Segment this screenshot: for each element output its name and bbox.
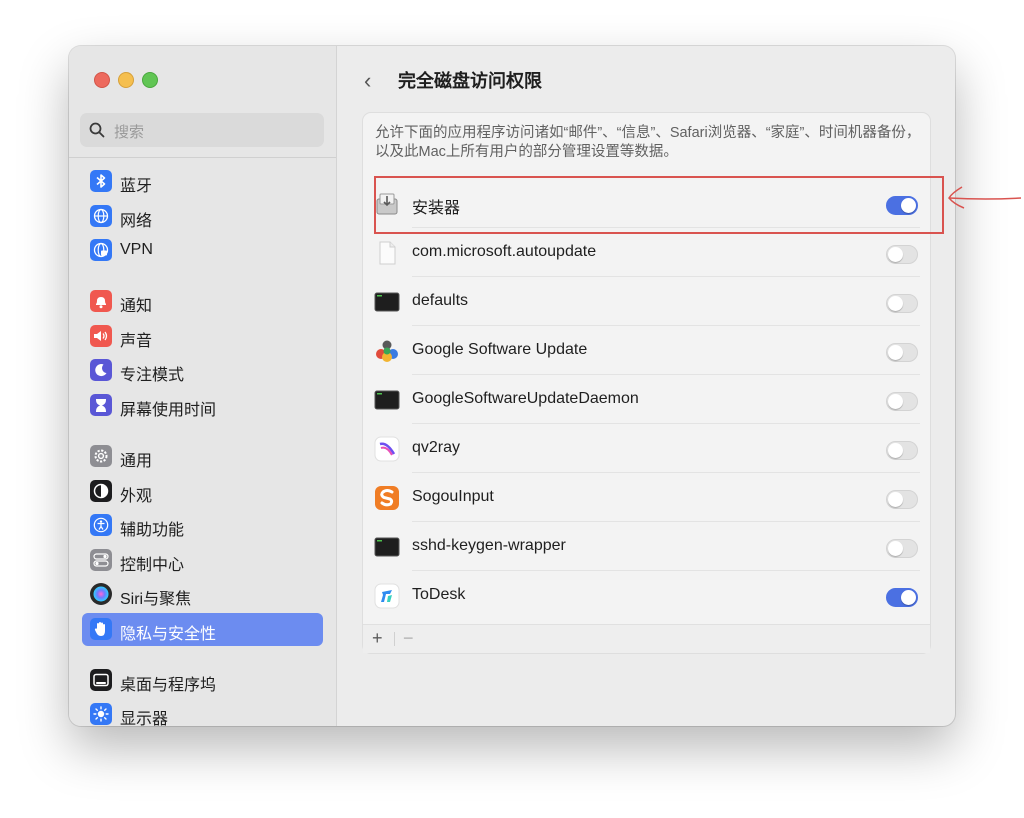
globe-icon (90, 205, 112, 227)
sidebar-divider (69, 157, 336, 158)
full-disk-access-toggle[interactable] (886, 392, 918, 411)
minimize-window-button[interactable] (118, 72, 134, 88)
hand-icon (90, 618, 112, 640)
app-name: qv2ray (412, 439, 461, 456)
app-name: ToDesk (412, 586, 466, 603)
sogou-icon (374, 485, 400, 511)
sidebar-item-accessibility[interactable]: 辅助功能 (82, 509, 323, 542)
add-app-button[interactable]: + (372, 628, 383, 649)
app-row-qv2ray: qv2ray (363, 424, 930, 473)
full-disk-access-toggle[interactable] (886, 588, 918, 607)
search-field[interactable]: 搜索 (80, 113, 324, 147)
appearance-icon (90, 480, 112, 502)
sidebar-item-label: 控制中心 (120, 557, 185, 574)
sidebar-item-control-center[interactable]: 控制中心 (82, 544, 323, 577)
sidebar-item-label: VPN (120, 241, 153, 258)
app-name: Google Software Update (412, 341, 588, 358)
sidebar-item-notifications[interactable]: 通知 (82, 285, 323, 318)
app-row-com-microsoft-autoupdate: com.microsoft.autoupdate (363, 228, 930, 277)
gear-icon (90, 445, 112, 467)
list-footer: + − (363, 624, 930, 653)
sidebar-item-sound[interactable]: 声音 (82, 320, 323, 353)
footer-divider (394, 632, 395, 646)
system-settings-window: 搜索 蓝牙 网络 VPN 通知 声音 专注模式 屏幕使用时间 通用 外观 辅助功… (69, 46, 955, 726)
sidebar-item-siri[interactable]: Siri与聚焦 (82, 578, 323, 611)
sidebar-item-screen-time[interactable]: 屏幕使用时间 (82, 389, 323, 422)
sidebar-item-network[interactable]: 网络 (82, 200, 323, 233)
full-disk-access-toggle[interactable] (886, 343, 918, 362)
remove-app-button[interactable]: − (403, 628, 414, 649)
app-row-sshd-keygen-wrapper: sshd-keygen-wrapper (363, 522, 930, 571)
sidebar-item-label: 网络 (120, 213, 153, 230)
app-row-defaults: defaults (363, 277, 930, 326)
terminal-icon (374, 534, 400, 560)
sidebar-item-desktop-dock[interactable]: 桌面与程序坞 (82, 664, 323, 697)
full-disk-access-toggle[interactable] (886, 245, 918, 264)
sidebar-item-bluetooth[interactable]: 蓝牙 (82, 165, 323, 198)
app-row-google-software-update-daemon: GoogleSoftwareUpdateDaemon (363, 375, 930, 424)
speaker-icon (90, 325, 112, 347)
sidebar-item-general[interactable]: 通用 (82, 440, 323, 473)
sidebar-item-vpn[interactable]: VPN (82, 234, 323, 267)
sun-icon (90, 703, 112, 725)
control-center-icon (90, 549, 112, 571)
terminal-icon (374, 387, 400, 413)
sidebar-item-displays[interactable]: 显示器 (82, 698, 323, 726)
siri-icon (90, 583, 112, 605)
app-name: SogouInput (412, 488, 494, 505)
back-button[interactable]: ‹ (364, 68, 371, 94)
sidebar-item-label: 显示器 (120, 711, 169, 726)
app-row-google-software-update: Google Software Update (363, 326, 930, 375)
sidebar-item-label: Siri与聚焦 (120, 591, 192, 608)
search-icon (89, 122, 105, 143)
accessibility-icon (90, 514, 112, 536)
sidebar-item-label: 通知 (120, 298, 153, 315)
close-window-button[interactable] (94, 72, 110, 88)
app-row-sogouinput: SogouInput (363, 473, 930, 522)
sidebar-item-label: 隐私与安全性 (120, 626, 217, 643)
panel-description: 允许下面的应用程序访问诸如“邮件”、“信息”、Safari浏览器、“家庭”、时间… (375, 125, 921, 160)
sidebar-item-label: 通用 (120, 453, 153, 470)
sidebar-item-label: 专注模式 (120, 367, 185, 384)
sidebar-item-label: 辅助功能 (120, 522, 185, 539)
sidebar-item-label: 声音 (120, 333, 153, 350)
page-title: 完全磁盘访问权限 (398, 71, 542, 91)
dock-icon (90, 669, 112, 691)
sidebar: 搜索 蓝牙 网络 VPN 通知 声音 专注模式 屏幕使用时间 通用 外观 辅助功… (69, 46, 337, 726)
todesk-icon (374, 583, 400, 609)
app-name: GoogleSoftwareUpdateDaemon (412, 390, 639, 407)
full-disk-access-toggle[interactable] (886, 490, 918, 509)
app-name: com.microsoft.autoupdate (412, 243, 597, 260)
qv2ray-icon (374, 436, 400, 462)
app-row-todesk: ToDesk (363, 571, 930, 620)
annotation-arrow (946, 182, 1022, 219)
sidebar-item-focus[interactable]: 专注模式 (82, 354, 323, 387)
app-name: sshd-keygen-wrapper (412, 537, 566, 554)
full-disk-access-toggle[interactable] (886, 539, 918, 558)
moon-icon (90, 359, 112, 381)
terminal-icon (374, 289, 400, 315)
vpn-globe-icon (90, 239, 112, 261)
google-update-icon (374, 338, 400, 364)
annotation-highlight-box (374, 176, 944, 234)
sidebar-item-label: 屏幕使用时间 (120, 402, 217, 419)
full-disk-access-toggle[interactable] (886, 294, 918, 313)
sidebar-item-label: 桌面与程序坞 (120, 677, 217, 694)
bell-icon (90, 290, 112, 312)
hourglass-icon (90, 394, 112, 416)
sidebar-item-label: 外观 (120, 488, 153, 505)
document-icon (374, 240, 400, 266)
sidebar-item-privacy-security[interactable]: 隐私与安全性 (82, 613, 323, 646)
sidebar-item-appearance[interactable]: 外观 (82, 475, 323, 508)
bluetooth-icon (90, 170, 112, 192)
full-disk-access-toggle[interactable] (886, 441, 918, 460)
zoom-window-button[interactable] (142, 72, 158, 88)
app-name: defaults (412, 292, 469, 309)
search-placeholder: 搜索 (114, 124, 145, 141)
sidebar-item-label: 蓝牙 (120, 178, 153, 195)
